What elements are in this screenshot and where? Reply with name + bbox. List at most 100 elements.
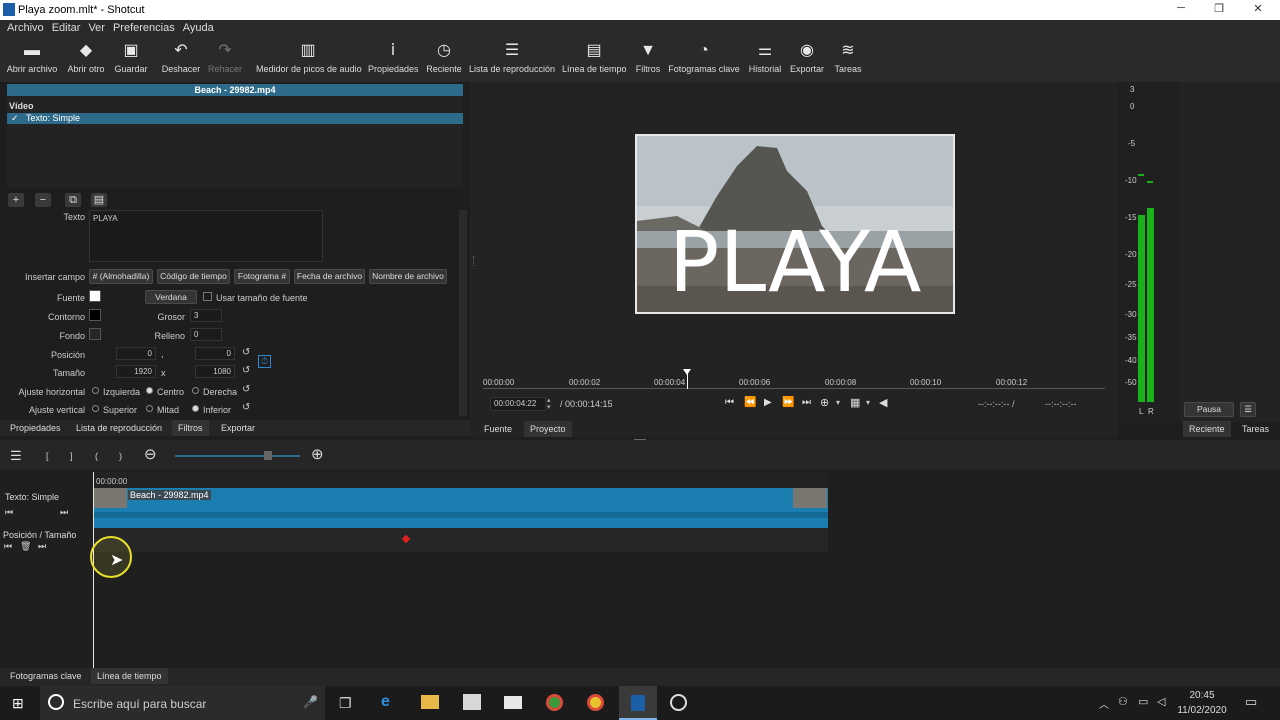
filters-button[interactable]: ▼ Filtros (633, 37, 663, 82)
open-other-button[interactable]: ◆ Abrir otro (64, 37, 108, 82)
insert-filename-button[interactable]: Nombre de archivo (369, 269, 447, 284)
close-button[interactable]: ✕ (1243, 2, 1273, 18)
chrome-icon-2[interactable] (587, 694, 604, 711)
align-right-radio[interactable] (192, 387, 199, 394)
current-time-input[interactable]: 00:00:04:22 (490, 397, 546, 411)
text-input[interactable]: PLAYA (89, 210, 323, 262)
track1-next-keyframe-icon[interactable]: ⏭ (60, 507, 68, 518)
reset-halign-icon[interactable]: ↺ (242, 385, 252, 395)
filter-item-text-simple[interactable]: ✓ Texto: Simple (7, 113, 463, 124)
zoom-dropdown-icon[interactable]: ▾ (836, 398, 840, 407)
tab-keyframes[interactable]: Fotogramas clave (4, 668, 88, 684)
edge-icon[interactable]: e (381, 693, 390, 711)
undo-button[interactable]: ↶ Deshacer (161, 37, 201, 82)
outline-color-swatch[interactable] (89, 309, 101, 321)
menu-archivo[interactable]: Archivo (3, 20, 48, 36)
reset-size-icon[interactable]: ↺ (242, 366, 252, 376)
use-font-size-checkbox[interactable] (203, 292, 212, 301)
cut-icon[interactable]: [ (46, 451, 49, 461)
append-icon[interactable]: ( (95, 451, 98, 461)
align-middle-radio[interactable] (146, 405, 153, 412)
track2-prev-keyframe-icon[interactable]: ⏮ (4, 541, 12, 552)
task-view-icon[interactable]: ❐ (339, 695, 352, 712)
tab-project[interactable]: Proyecto (524, 421, 572, 437)
padding-spinbox[interactable]: 0 (190, 328, 222, 341)
timeline-ruler[interactable]: 00:00:00 (93, 472, 828, 488)
file-explorer-icon[interactable] (421, 695, 439, 709)
taskbar-search-box[interactable]: Escribe aquí para buscar 🎤 (40, 686, 325, 720)
history-button[interactable]: ⚌ Historial (746, 37, 784, 82)
store-icon[interactable] (463, 694, 481, 710)
font-color-swatch[interactable] (89, 290, 101, 302)
tab-export[interactable]: Exportar (215, 420, 261, 436)
align-bottom-radio[interactable] (192, 405, 199, 412)
zoom-slider-handle[interactable] (264, 451, 272, 460)
fast-forward-icon[interactable]: ⏩ (782, 397, 794, 408)
tray-volume-icon[interactable]: ◁ (1157, 695, 1165, 708)
remove-filter-button[interactable]: − (35, 193, 51, 207)
tab-properties[interactable]: Propiedades (4, 420, 67, 436)
properties-button[interactable]: ⅰ Propiedades (368, 37, 419, 82)
audio-meter-button[interactable]: ▥ Medidor de picos de audio (256, 37, 362, 82)
rewind-icon[interactable]: ⏪ (744, 397, 756, 408)
playhead-marker-icon[interactable] (683, 369, 691, 375)
reset-valign-icon[interactable]: ↺ (242, 403, 252, 413)
menu-editar[interactable]: Editar (48, 20, 85, 36)
video-preview[interactable]: PLAYA (635, 134, 955, 314)
zoom-icon[interactable]: ⊕ (820, 396, 829, 409)
track2-delete-keyframe-icon[interactable]: 🗑 (20, 541, 31, 552)
minimize-button[interactable]: ─ (1166, 2, 1196, 18)
keyframe-stopwatch-icon[interactable]: ⏱ (258, 355, 271, 368)
background-color-swatch[interactable] (89, 328, 101, 340)
menu-ayuda[interactable]: Ayuda (179, 20, 218, 36)
paste-filter-button[interactable]: ▤ (91, 193, 107, 207)
menu-ver[interactable]: Ver (84, 20, 109, 36)
grid-dropdown-icon[interactable]: ▾ (866, 398, 870, 407)
tab-playlist[interactable]: Lista de reproducción (70, 420, 168, 436)
menu-preferencias[interactable]: Preferencias (109, 20, 179, 36)
properties-scrollbar[interactable] (459, 210, 467, 416)
copy-filter-button[interactable]: ⧉ (65, 193, 81, 207)
time-spin-arrows-icon[interactable]: ▴ ▾ (547, 397, 555, 411)
zoom-slider[interactable] (175, 455, 300, 457)
reset-position-icon[interactable]: ↺ (242, 348, 252, 358)
ripple-icon[interactable]: ) (119, 451, 122, 461)
position-x-input[interactable]: 0 (116, 347, 156, 360)
tab-jobs[interactable]: Tareas (1236, 421, 1275, 437)
tab-recent[interactable]: Reciente (1183, 421, 1231, 437)
export-button[interactable]: ◉ Exportar (789, 37, 825, 82)
check-icon[interactable]: ✓ (11, 113, 19, 124)
open-file-button[interactable]: ▬ Abrir archivo (6, 37, 58, 82)
playlist-button[interactable]: ☰ Lista de reproducción (469, 37, 555, 82)
skip-end-icon[interactable]: ⏭ (802, 397, 811, 408)
insert-date-button[interactable]: Fecha de archivo (294, 269, 365, 284)
insert-timecode-button[interactable]: Código de tiempo (157, 269, 230, 284)
insert-frame-button[interactable]: Fotograma # (234, 269, 290, 284)
zoom-out-icon[interactable]: ⊖ (144, 445, 157, 463)
jobs-button[interactable]: ≋ Tareas (831, 37, 865, 82)
thickness-spinbox[interactable]: 3 (190, 309, 222, 322)
tray-network-icon[interactable]: ⚇ (1118, 695, 1128, 708)
tray-chevron-icon[interactable]: ︿ (1099, 696, 1109, 711)
insert-hash-button[interactable]: # (Almohadilla) (89, 269, 153, 284)
timeline-button[interactable]: ▤ Línea de tiempo (562, 37, 627, 82)
timeline-clip[interactable]: Beach - 29982.mp4 (93, 488, 828, 528)
mail-icon[interactable] (504, 696, 522, 709)
grid-icon[interactable]: ▦ (850, 396, 860, 409)
zoom-in-icon[interactable]: ⊕ (311, 445, 324, 463)
skip-start-icon[interactable]: ⏮ (725, 397, 734, 408)
track1-prev-keyframe-icon[interactable]: ⏮ (5, 507, 13, 518)
notification-icon[interactable]: ▭ (1245, 694, 1257, 710)
redo-button[interactable]: ↷ Rehacer (206, 37, 244, 82)
shotcut-taskbar-button[interactable] (619, 686, 657, 720)
obs-icon[interactable] (670, 694, 687, 711)
align-center-radio[interactable] (146, 387, 153, 394)
align-top-radio[interactable] (92, 405, 99, 412)
keyframes-button[interactable]: ◔ Fotogramas clave (668, 37, 740, 82)
timeline-menu-icon[interactable]: ☰ (10, 448, 22, 464)
left-resize-handle[interactable] (473, 256, 476, 266)
maximize-button[interactable]: ❐ (1204, 2, 1234, 18)
align-left-radio[interactable] (92, 387, 99, 394)
pause-button[interactable]: Pausa (1184, 402, 1234, 417)
save-button[interactable]: ▣ Guardar (113, 37, 149, 82)
